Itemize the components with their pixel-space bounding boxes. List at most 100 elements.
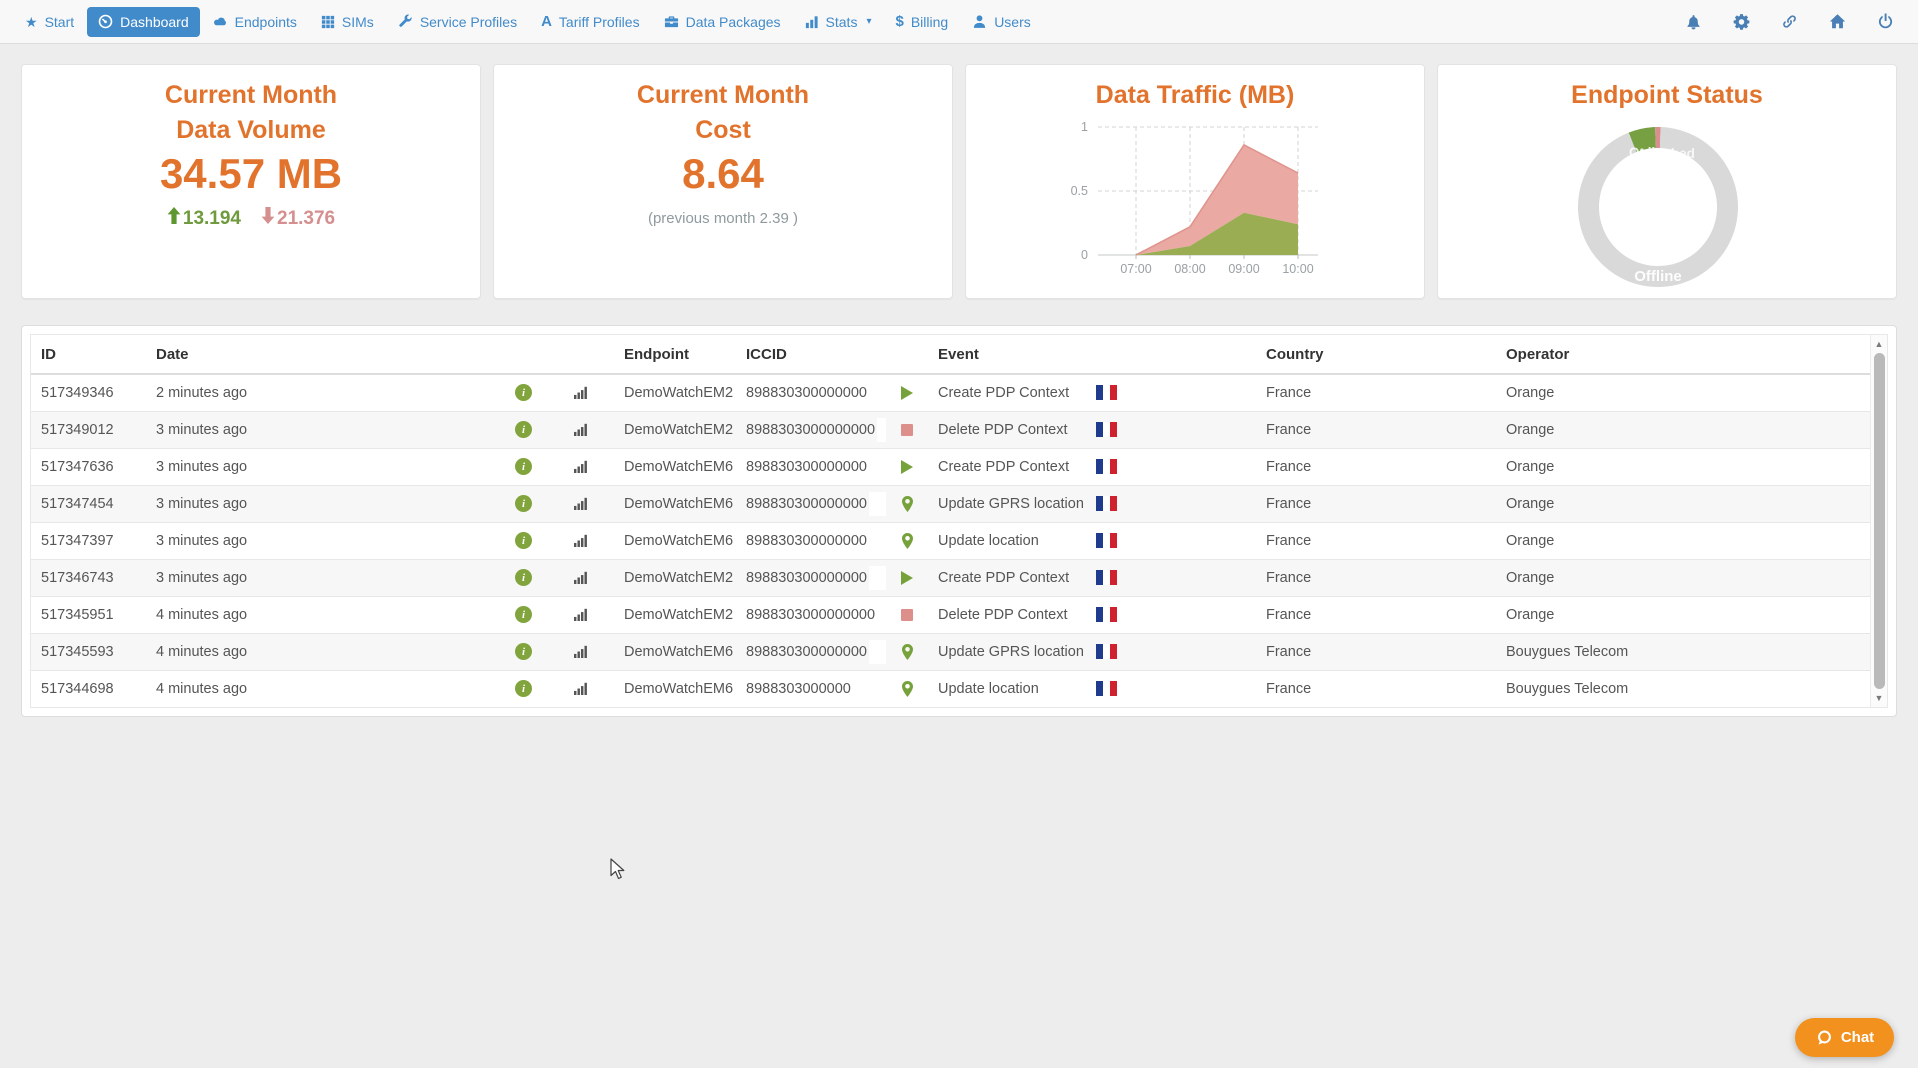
cell-date: 4 minutes ago — [146, 670, 501, 707]
cell-id: 517347636 — [31, 448, 146, 485]
france-flag-icon — [1096, 681, 1117, 697]
column-header-operator: Operator — [1496, 335, 1870, 374]
table-row[interactable]: 5173467433 minutes agoiDemoWatchEM289883… — [31, 559, 1870, 596]
cell-event: Update GPRS location — [928, 633, 1086, 670]
cell-info: i — [501, 596, 546, 633]
cell-event-icon — [886, 670, 928, 707]
info-icon[interactable]: i — [515, 458, 532, 474]
nav-item-users[interactable]: Users — [961, 7, 1042, 37]
table-row[interactable]: 5173459514 minutes agoiDemoWatchEM289883… — [31, 596, 1870, 633]
redaction-box — [869, 640, 886, 664]
cell-country: France — [1256, 596, 1496, 633]
bar-chart-icon[interactable] — [574, 644, 587, 660]
table-row[interactable]: 5173474543 minutes agoiDemoWatchEM689883… — [31, 485, 1870, 522]
cell-event: Delete PDP Context — [928, 596, 1086, 633]
increase-value: 13.194 — [183, 208, 241, 230]
cell-endpoint: DemoWatchEM2 — [614, 596, 736, 633]
info-icon[interactable]: i — [515, 606, 532, 622]
cell-operator: Orange — [1496, 522, 1870, 559]
power-icon[interactable] — [1877, 13, 1894, 30]
cell-flag — [1086, 374, 1256, 411]
cell-flag — [1086, 411, 1256, 448]
link-icon[interactable] — [1781, 13, 1798, 30]
cell-info: i — [501, 559, 546, 596]
bar-chart-icon[interactable] — [574, 422, 587, 438]
arrow-down-icon — [261, 207, 275, 230]
data-traffic-title: Data Traffic (MB) — [966, 78, 1424, 113]
nav-item-sims[interactable]: SIMs — [310, 7, 385, 37]
donut-segment-online — [1629, 127, 1656, 152]
bar-chart-icon[interactable] — [574, 570, 587, 586]
column-header-empty — [886, 335, 928, 374]
navbar-items: ★Start Dashboard Endpoints SIMs Service Prof… — [14, 7, 1042, 37]
cell-flag — [1086, 670, 1256, 707]
info-icon[interactable]: i — [515, 532, 532, 548]
info-icon[interactable]: i — [515, 495, 532, 511]
nav-item-billing[interactable]: $Billing — [884, 7, 959, 37]
table-row[interactable]: 5173446984 minutes agoiDemoWatchEM689883… — [31, 670, 1870, 707]
card-endpoint-status: Endpoint Status OnlineAttachedOffline — [1437, 64, 1897, 299]
gear-icon[interactable] — [1733, 13, 1750, 30]
table-row[interactable]: 5173473973 minutes agoiDemoWatchEM689883… — [31, 522, 1870, 559]
info-icon[interactable]: i — [515, 385, 532, 401]
scrollbar-up-arrow-icon[interactable]: ▲ — [1871, 336, 1887, 352]
cell-event: Delete PDP Context — [928, 411, 1086, 448]
column-header-event: Event — [928, 335, 1086, 374]
cell-date: 3 minutes ago — [146, 485, 501, 522]
bell-icon[interactable] — [1685, 13, 1702, 30]
bar-chart-icon[interactable] — [574, 681, 587, 697]
bar-chart-icon[interactable] — [574, 385, 587, 401]
nav-item-dashboard[interactable]: Dashboard — [87, 7, 200, 37]
user-icon — [972, 14, 987, 29]
svg-text:Online: Online — [1629, 145, 1671, 160]
iccid-value: 898830300000000 — [746, 495, 867, 511]
france-flag-icon — [1096, 385, 1117, 401]
info-icon[interactable]: i — [515, 569, 532, 585]
table-row[interactable]: 5173476363 minutes agoiDemoWatchEM689883… — [31, 448, 1870, 485]
info-icon[interactable]: i — [515, 421, 532, 437]
iccid-value: 898830300000000 — [746, 643, 867, 659]
cell-iccid: 898830300000000 — [736, 485, 886, 522]
table-scrollbar[interactable]: ▲ ▼ — [1870, 335, 1887, 707]
cell-endpoint: DemoWatchEM6 — [614, 485, 736, 522]
column-header-empty — [1086, 335, 1256, 374]
cell-flag — [1086, 559, 1256, 596]
nav-item-service-profiles[interactable]: Service Profiles — [387, 7, 528, 37]
bar-chart-icon[interactable] — [574, 607, 587, 623]
nav-item-label: Billing — [911, 14, 948, 30]
cell-iccid: 8988303000000000 — [736, 411, 886, 448]
cell-date: 3 minutes ago — [146, 559, 501, 596]
nav-item-label: Dashboard — [120, 14, 189, 30]
info-icon[interactable]: i — [515, 681, 532, 697]
cell-stats — [546, 411, 614, 448]
nav-item-stats[interactable]: Stats▾ — [794, 7, 883, 37]
cell-event: Create PDP Context — [928, 559, 1086, 596]
nav-item-data-packages[interactable]: Data Packages — [653, 7, 792, 37]
stop-icon — [901, 607, 913, 623]
scrollbar-down-arrow-icon[interactable]: ▼ — [1871, 690, 1887, 706]
cell-stats — [546, 448, 614, 485]
cell-country: France — [1256, 448, 1496, 485]
donut-segment-offline — [1578, 127, 1738, 287]
bar-chart-icon[interactable] — [574, 533, 587, 549]
table-row[interactable]: 5173490123 minutes agoiDemoWatchEM289883… — [31, 411, 1870, 448]
cell-event: Update GPRS location — [928, 485, 1086, 522]
nav-item-tariff-profiles[interactable]: ATariff Profiles — [530, 7, 651, 37]
card-data-volume-title: Current Month Data Volume — [22, 78, 480, 148]
cell-event-icon — [886, 448, 928, 485]
play-icon — [901, 459, 913, 475]
table-row[interactable]: 5173493462 minutes agoiDemoWatchEM289883… — [31, 374, 1870, 411]
redaction-box — [877, 418, 886, 442]
cell-event: Update location — [928, 670, 1086, 707]
nav-item-endpoints[interactable]: Endpoints — [202, 7, 308, 37]
chat-button[interactable]: Chat — [1795, 1018, 1894, 1057]
nav-item-label: SIMs — [342, 14, 374, 30]
info-icon[interactable]: i — [515, 643, 532, 659]
nav-item-start[interactable]: ★Start — [14, 7, 85, 37]
table-row[interactable]: 5173455934 minutes agoiDemoWatchEM689883… — [31, 633, 1870, 670]
scrollbar-thumb[interactable] — [1874, 353, 1885, 689]
bar-chart-icon[interactable] — [574, 496, 587, 512]
home-icon[interactable] — [1829, 13, 1846, 30]
bar-chart-icon[interactable] — [574, 459, 587, 475]
cell-event-icon — [886, 633, 928, 670]
